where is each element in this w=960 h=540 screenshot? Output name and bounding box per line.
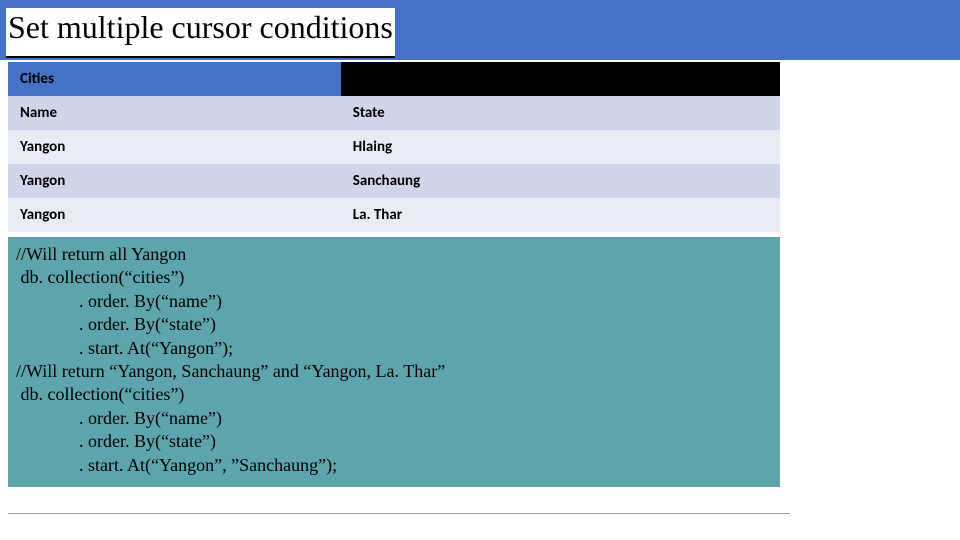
code-line: //Will return all Yangon [16,243,772,266]
table-header-row: Name State [8,96,780,130]
col-header-state: State [341,96,780,130]
table-caption: Cities [8,62,341,96]
table-caption-row: Cities [8,62,780,96]
table-caption-blank [341,62,780,96]
slide-title: Set multiple cursor conditions [6,8,395,58]
cell-name: Yangon [8,198,341,232]
code-line: db. collection(“cities”) [16,266,772,289]
code-line: . order. By(“state”) [16,313,772,336]
code-line: . order. By(“state”) [16,430,772,453]
table-row: Yangon Hlaing [8,130,780,164]
code-line: . order. By(“name”) [16,290,772,313]
cell-state: Sanchaung [341,164,780,198]
cell-state: La. Thar [341,198,780,232]
code-block: //Will return all Yangon db. collection(… [8,237,780,487]
code-line: db. collection(“cities”) [16,383,772,406]
table-row: Yangon Sanchaung [8,164,780,198]
code-line: //Will return “Yangon, Sanchaung” and “Y… [16,360,772,383]
code-line: . start. At(“Yangon”, ”Sanchaung”); [16,454,772,477]
footer-divider [8,513,790,514]
cell-name: Yangon [8,130,341,164]
col-header-name: Name [8,96,341,130]
table-row: Yangon La. Thar [8,198,780,232]
slide: Set multiple cursor conditions Cities Na… [0,0,960,540]
cell-name: Yangon [8,164,341,198]
cities-table-wrap: Cities Name State Yangon Hlaing Yangon S… [8,62,780,232]
cities-table: Cities Name State Yangon Hlaing Yangon S… [8,62,780,232]
code-line: . order. By(“name”) [16,407,772,430]
code-line: . start. At(“Yangon”); [16,337,772,360]
cell-state: Hlaing [341,130,780,164]
